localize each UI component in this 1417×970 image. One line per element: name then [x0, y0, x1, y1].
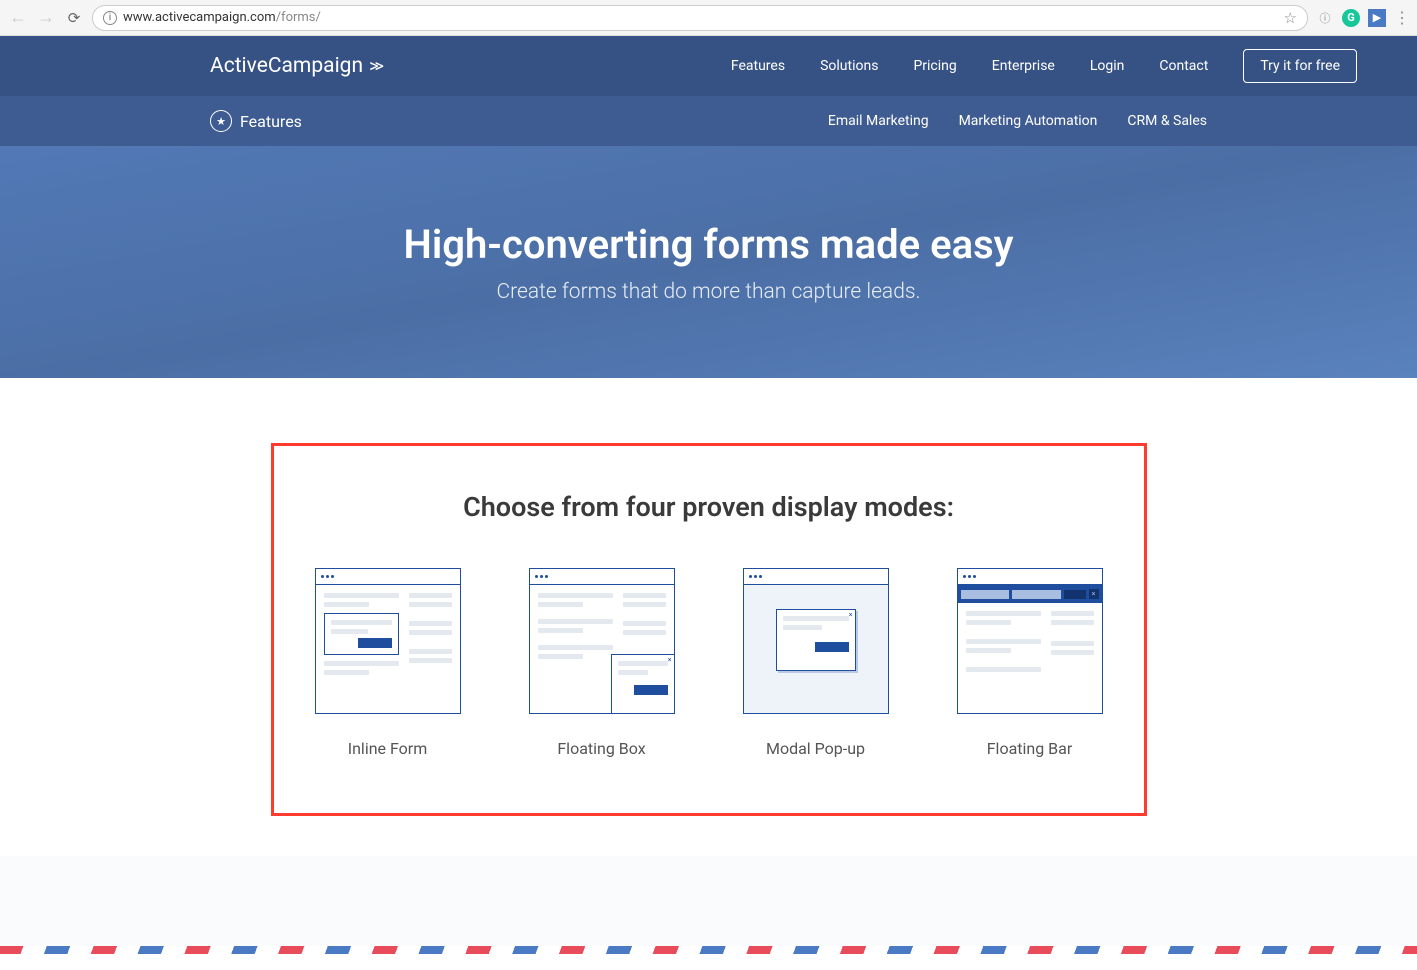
bookmark-star-icon[interactable]: ☆ [1284, 9, 1297, 27]
site-info-icon[interactable]: i [103, 11, 117, 25]
logo-text: ActiveCampaign [210, 54, 363, 78]
content: Choose from four proven display modes: [0, 378, 1417, 856]
nav-link-login[interactable]: Login [1090, 58, 1125, 74]
close-icon: × [668, 656, 672, 664]
footer-band [0, 856, 1417, 946]
mode-modal-popup-illustration: × [743, 568, 889, 714]
logo-arrow-icon: >> [369, 56, 380, 77]
hero-title: High-converting forms made easy [404, 221, 1014, 268]
sub-nav: ★ Features Email Marketing Marketing Aut… [0, 96, 1417, 146]
nav-link-features[interactable]: Features [731, 58, 785, 74]
section-title: Choose from four proven display modes: [294, 491, 1124, 523]
nav-link-pricing[interactable]: Pricing [913, 58, 956, 74]
nav-link-enterprise[interactable]: Enterprise [992, 58, 1055, 74]
mode-inline-form-illustration [315, 568, 461, 714]
close-icon: × [1089, 589, 1099, 599]
logo[interactable]: ActiveCampaign >> [210, 54, 380, 78]
extension-info-icon[interactable]: ⓘ [1316, 9, 1334, 27]
nav-links: Features Solutions Pricing Enterprise Lo… [731, 49, 1357, 83]
mode-floating-bar-illustration: × [957, 568, 1103, 714]
mode-floating-box-illustration: × [529, 568, 675, 714]
mode-floating-bar[interactable]: × [940, 568, 1120, 758]
extension-grammarly-icon[interactable]: G [1342, 9, 1360, 27]
subnav-link-crm-sales[interactable]: CRM & Sales [1127, 113, 1207, 129]
address-bar[interactable]: i www.activecampaign.com/forms/ ☆ [92, 5, 1308, 31]
display-modes-card: Choose from four proven display modes: [271, 443, 1147, 816]
forward-button[interactable]: → [36, 8, 56, 28]
mode-label: Floating Bar [940, 739, 1120, 758]
subnav-link-email-marketing[interactable]: Email Marketing [828, 113, 929, 129]
features-star-icon: ★ [210, 110, 232, 132]
mode-modal-popup[interactable]: × Modal Pop-up [726, 568, 906, 758]
subnav-links: Email Marketing Marketing Automation CRM… [828, 113, 1207, 129]
browser-chrome: ← → ⟳ i www.activecampaign.com/forms/ ☆ … [0, 0, 1417, 36]
mode-label: Floating Box [512, 739, 692, 758]
subnav-label: Features [240, 112, 302, 131]
airmail-stripe [0, 946, 1417, 954]
mode-inline-form[interactable]: Inline Form [298, 568, 478, 758]
mode-label: Modal Pop-up [726, 739, 906, 758]
close-icon: × [849, 611, 853, 619]
hero-subtitle: Create forms that do more than capture l… [496, 280, 920, 304]
url-host: www.activecampaign.com [123, 10, 276, 25]
reload-button[interactable]: ⟳ [64, 8, 84, 28]
display-modes-list: Inline Form [294, 568, 1124, 758]
subnav-link-marketing-automation[interactable]: Marketing Automation [959, 113, 1098, 129]
hero: High-converting forms made easy Create f… [0, 146, 1417, 378]
nav-link-solutions[interactable]: Solutions [820, 58, 878, 74]
subnav-section-label: ★ Features [210, 110, 302, 132]
top-nav: ActiveCampaign >> Features Solutions Pri… [0, 36, 1417, 96]
mode-floating-box[interactable]: × Floating Box [512, 568, 692, 758]
back-button[interactable]: ← [8, 8, 28, 28]
nav-link-contact[interactable]: Contact [1159, 58, 1208, 74]
extension-blue-icon[interactable]: ▶ [1368, 9, 1386, 27]
cta-try-free-button[interactable]: Try it for free [1243, 49, 1357, 83]
url-path: /forms/ [276, 10, 321, 25]
mode-label: Inline Form [298, 739, 478, 758]
browser-menu-icon[interactable]: ⋮ [1394, 8, 1409, 27]
